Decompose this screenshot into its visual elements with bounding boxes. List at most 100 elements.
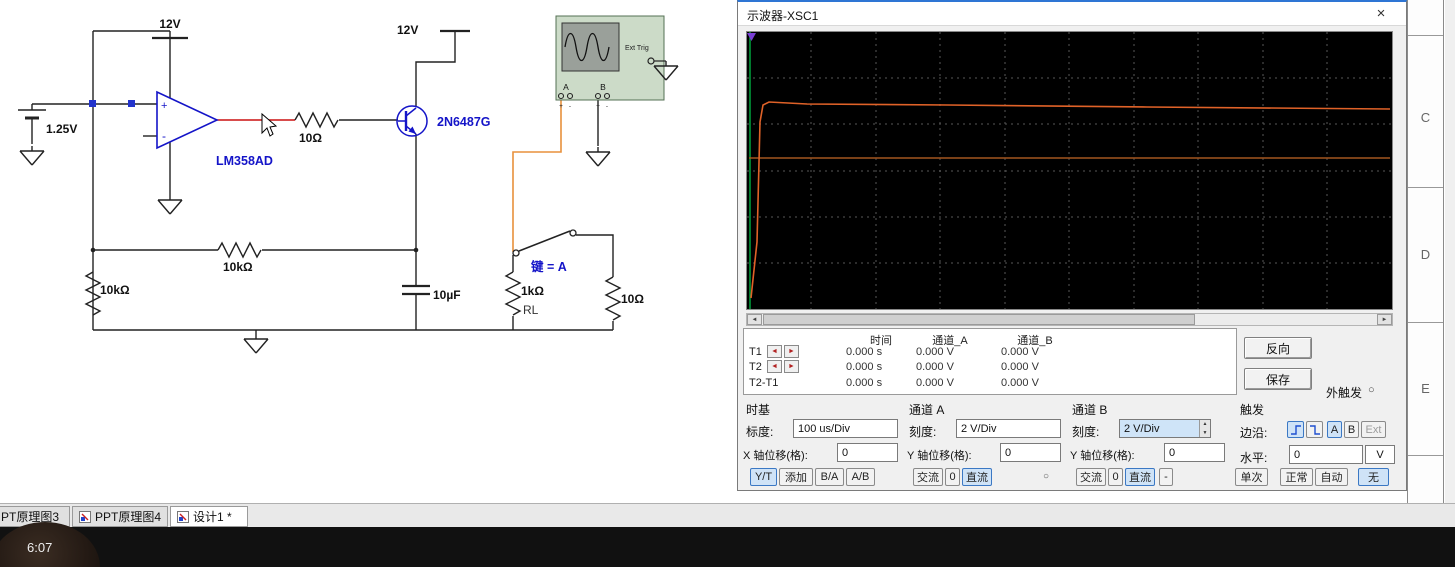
channel-b-terminal-label: B (600, 82, 606, 92)
trigger-source-ext-button[interactable]: Ext (1361, 421, 1386, 438)
t2-move-right-button[interactable]: ► (784, 360, 799, 373)
battery-1v25[interactable]: 1.25V (18, 109, 77, 136)
trigger-marker-icon[interactable] (747, 33, 756, 41)
delta-channel-b: 0.000 V (1001, 377, 1039, 389)
oscilloscope-window: 示波器-XSC1 × ◄ ► 时间 通道_A 通道_B T1 ◄ ► 0.000… (737, 0, 1407, 491)
edge-falling-button[interactable] (1306, 421, 1323, 438)
spin-up-icon[interactable]: ▲ (1200, 420, 1210, 429)
trigger-source-b-button[interactable]: B (1344, 421, 1359, 438)
trigger-level-label: 水平: (1240, 451, 1268, 465)
scroll-left-button[interactable]: ◄ (747, 314, 762, 325)
capacitor-label: 10µF (433, 288, 461, 302)
trace-channel-a (750, 101, 1391, 299)
window-titlebar[interactable]: 示波器-XSC1 × (738, 2, 1406, 26)
battery-value: 1.25V (46, 122, 77, 136)
channel-a-dc-button[interactable]: 直流 (962, 468, 992, 486)
delta-time: 0.000 s (846, 377, 883, 389)
channel-a-ac-button[interactable]: 交流 (913, 468, 943, 486)
wire-handle[interactable] (128, 100, 135, 107)
scope-scrollbar[interactable]: ◄ ► (746, 313, 1393, 326)
channel-a-scale-input[interactable]: 2 V/Div (956, 419, 1061, 438)
tab-sheet4[interactable]: PPT原理图4 (72, 506, 168, 527)
channel-b-ac-button[interactable]: 交流 (1076, 468, 1106, 486)
scroll-thumb[interactable] (763, 314, 1195, 325)
terminal-plus: + (559, 103, 563, 110)
ground-symbol[interactable] (19, 145, 45, 166)
opamp-lm358[interactable]: + - LM358AD (156, 90, 273, 168)
channel-a-scale-value: 2 V/Div (961, 422, 997, 435)
tab-design1[interactable]: 设计1 * (170, 506, 248, 527)
channel-a-probe-icon: ○ (1043, 471, 1050, 482)
t1-move-right-button[interactable]: ► (784, 345, 799, 358)
spin-down-icon[interactable]: ▼ (1200, 428, 1210, 437)
trigger-level-input[interactable]: 0 (1289, 445, 1363, 464)
channel-a-scale-label: 刻度: (909, 425, 937, 439)
ab-mode-button[interactable]: A/B (846, 468, 875, 486)
resistor-10ohm-out[interactable]: 10Ω (604, 276, 644, 321)
channel-b-zero-button[interactable]: 0 (1108, 468, 1123, 486)
trigger-normal-button[interactable]: 正常 (1280, 468, 1313, 486)
opamp-minus-sign: - (162, 129, 166, 143)
delta-channel-a: 0.000 V (916, 377, 954, 389)
t1-move-left-button[interactable]: ◄ (767, 345, 782, 358)
t1-time: 0.000 s (846, 346, 883, 358)
scroll-right-button[interactable]: ► (1377, 314, 1392, 325)
trigger-none-button[interactable]: 无 (1358, 468, 1389, 486)
ground-symbol[interactable] (243, 333, 269, 354)
supply-right-label: 12V (397, 23, 418, 37)
capacitor-10uf[interactable]: 10µF (402, 284, 461, 302)
trigger-level-unit-select[interactable]: V (1365, 445, 1395, 464)
yt-mode-button[interactable]: Y/T (750, 468, 777, 486)
trigger-title: 触发 (1240, 403, 1265, 417)
trigger-single-button[interactable]: 单次 (1235, 468, 1268, 486)
edge-rising-button[interactable] (1287, 421, 1304, 438)
trigger-source-a-button[interactable]: A (1327, 421, 1342, 438)
reverse-button[interactable]: 反向 (1244, 337, 1312, 359)
trigger-auto-button[interactable]: 自动 (1315, 468, 1348, 486)
save-button[interactable]: 保存 (1244, 368, 1312, 390)
timebase-scale-input[interactable]: 100 us/Div (793, 419, 898, 438)
resistor-1k-load[interactable]: 1kΩ RL (504, 271, 544, 317)
channel-b-title: 通道 B (1072, 403, 1108, 417)
close-button[interactable]: × (1370, 4, 1392, 23)
zone-label-d: D (1420, 247, 1431, 262)
rising-edge-icon (1290, 424, 1301, 435)
resistor-10ohm-base[interactable]: 10Ω (294, 111, 339, 145)
schematic-canvas[interactable]: 1.25V + - LM358AD 12V 12V 10Ω 2N6487G 10… (0, 0, 737, 503)
recording-bottom-strip (0, 527, 1455, 567)
terminal-plus: + (596, 103, 600, 110)
resistor-10k-feedback[interactable]: 10kΩ (217, 241, 262, 274)
transistor-2n6487[interactable]: 2N6487G (396, 105, 491, 137)
channel-a-ypos-label: Y 轴位移(格): (907, 450, 972, 462)
mouse-cursor-icon (261, 112, 278, 137)
channel-b-scale-input[interactable]: 2 V/Div ▲ ▼ (1119, 419, 1211, 438)
cursor-t2-label: T2 (749, 361, 762, 373)
ext-trig-label: Ext Trig (625, 45, 649, 52)
channel-b-dc-button[interactable]: 直流 (1125, 468, 1155, 486)
add-mode-button[interactable]: 添加 (779, 468, 813, 486)
channel-b-minus-button[interactable]: - (1159, 468, 1173, 486)
channel-a-zero-button[interactable]: 0 (945, 468, 960, 486)
ext-trigger-terminal-icon[interactable]: ○ (1368, 384, 1375, 396)
ground-symbol[interactable] (585, 146, 611, 167)
terminal-minus: - (569, 103, 571, 110)
wire-handle[interactable] (89, 100, 96, 107)
t1-channel-b: 0.000 V (1001, 346, 1039, 358)
schematic-file-icon (177, 510, 189, 523)
ba-mode-button[interactable]: B/A (815, 468, 844, 486)
channel-b-ypos-value: 0 (1169, 446, 1176, 459)
oscilloscope-component[interactable]: Ext Trig A B + - + - (555, 15, 679, 110)
terminal-minus: - (606, 103, 608, 110)
window-title: 示波器-XSC1 (747, 9, 819, 23)
switch-key-a[interactable]: 键 = A (512, 229, 577, 274)
measurement-panel: 时间 通道_A 通道_B T1 ◄ ► 0.000 s 0.000 V 0.00… (743, 328, 1237, 395)
channel-a-ypos-input[interactable]: 0 (1000, 443, 1061, 462)
channel-b-ypos-input[interactable]: 0 (1164, 443, 1225, 462)
timebase-xpos-input[interactable]: 0 (837, 443, 898, 462)
spinner[interactable]: ▲ ▼ (1199, 420, 1210, 437)
ground-symbol[interactable] (157, 194, 183, 215)
t2-channel-b: 0.000 V (1001, 361, 1039, 373)
t2-move-left-button[interactable]: ◄ (767, 360, 782, 373)
tab-label: PPT原理图4 (95, 510, 162, 524)
probe-wire-orange[interactable] (512, 98, 562, 252)
